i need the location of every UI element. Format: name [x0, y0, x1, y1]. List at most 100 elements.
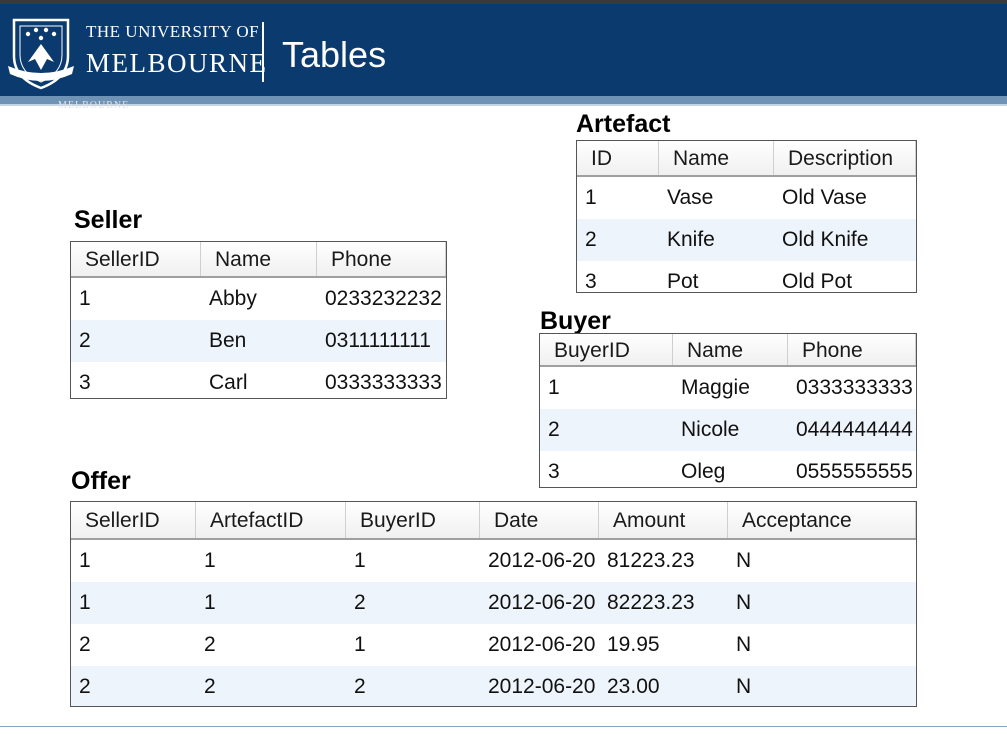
table-cell: 2 [79, 633, 91, 656]
table-cell: 2 [79, 329, 91, 352]
table-cell: 2 [585, 228, 597, 251]
table-row[interactable]: 2 Knife Old Knife [577, 219, 916, 261]
table-cell: Abby [209, 287, 257, 310]
table-cell: 2012-06-20 [488, 549, 596, 572]
table-header-row: BuyerID Name Phone [540, 334, 916, 367]
slide-title: Tables [282, 34, 387, 75]
table-row[interactable]: 1 1 2 2012-06-20 82223.23 N [71, 582, 916, 624]
table-cell: Old Pot [782, 270, 853, 293]
table-cell: 0333333333 [796, 376, 913, 399]
university-name-small: THE UNIVERSITY OF [86, 22, 260, 41]
column-header[interactable]: ArtefactID [196, 502, 346, 538]
table-cell: 1 [204, 591, 216, 614]
table-cell: Ben [209, 329, 247, 352]
table-cell: 1 [79, 549, 91, 572]
column-header[interactable]: Name [673, 334, 788, 365]
column-header[interactable]: Phone [317, 242, 446, 276]
table-cell: Carl [209, 371, 248, 394]
ghost-watermark-text: MELBOURNE [58, 100, 130, 111]
table-row[interactable]: 2 Ben 0311111111 [71, 320, 446, 362]
table-row[interactable]: 1 1 1 2012-06-20 81223.23 N [71, 540, 916, 582]
column-header[interactable]: Name [659, 141, 774, 175]
table-cell: 2 [204, 675, 216, 698]
table-cell: 23.00 [607, 675, 660, 698]
table-cell: 2012-06-20 [488, 591, 596, 614]
header-accent-strip-light [0, 104, 1007, 106]
table-header-row: SellerID ArtefactID BuyerID Date Amount … [71, 502, 916, 540]
table-row[interactable]: 1 Vase Old Vase [577, 177, 916, 219]
table-cell: 0311111111 [325, 329, 431, 352]
table-row[interactable]: 1 Abby 0233232232 [71, 278, 446, 320]
table-cell: 2 [354, 675, 366, 698]
table-row[interactable]: 3 Oleg 0555555555 [540, 451, 916, 487]
seller-table: SellerID Name Phone 1 Abby 0233232232 2 … [70, 241, 447, 399]
table-cell: 2 [79, 675, 91, 698]
offer-table-caption: Offer [71, 467, 131, 495]
logo-divider [262, 22, 264, 82]
table-cell: 2012-06-20 [488, 633, 596, 656]
seller-table-caption: Seller [74, 206, 143, 234]
table-header-row: SellerID Name Phone [71, 242, 446, 278]
table-row[interactable]: 2 2 2 2012-06-20 23.00 N [71, 666, 916, 706]
table-cell: 2 [548, 418, 560, 441]
column-header[interactable]: SellerID [71, 242, 201, 276]
column-header[interactable]: BuyerID [540, 334, 673, 365]
table-cell: 0555555555 [796, 460, 913, 483]
table-row[interactable]: 2 2 1 2012-06-20 19.95 N [71, 624, 916, 666]
table-cell: 0233232232 [325, 287, 442, 310]
table-cell: 3 [548, 460, 560, 483]
artefact-table: ID Name Description 1 Vase Old Vase 2 Kn… [576, 140, 917, 293]
table-cell: Old Knife [782, 228, 869, 251]
table-cell: 2 [354, 591, 366, 614]
table-header-row: ID Name Description [577, 141, 916, 177]
table-cell: Knife [667, 228, 715, 251]
table-cell: Nicole [681, 418, 740, 441]
column-header[interactable]: Phone [788, 334, 916, 365]
column-header[interactable]: ID [577, 141, 659, 175]
header-accent-strip [0, 96, 1007, 104]
table-cell: 1 [585, 186, 597, 209]
table-cell: Vase [667, 186, 714, 209]
table-cell: 82223.23 [607, 591, 695, 614]
table-cell: Pot [667, 270, 699, 293]
buyer-table-caption: Buyer [540, 307, 611, 335]
column-header[interactable]: Description [774, 141, 916, 175]
table-cell: 19.95 [607, 633, 660, 656]
slide-header: THE UNIVERSITY OF MELBOURNE Tables [0, 4, 1007, 96]
table-cell: Old Vase [782, 186, 867, 209]
column-header[interactable]: BuyerID [346, 502, 480, 538]
table-cell: 3 [585, 270, 597, 293]
buyer-table: BuyerID Name Phone 1 Maggie 0333333333 2… [539, 333, 917, 488]
table-cell: 1 [354, 633, 366, 656]
university-name-big: MELBOURNE [86, 48, 268, 78]
table-row[interactable]: 1 Maggie 0333333333 [540, 367, 916, 409]
column-header[interactable]: Name [201, 242, 317, 276]
table-cell: N [736, 591, 752, 614]
table-cell: 1 [548, 376, 560, 399]
table-row[interactable]: 2 Nicole 0444444444 [540, 409, 916, 451]
table-cell: 1 [79, 591, 91, 614]
footer-divider [0, 726, 1007, 727]
table-cell: 0444444444 [796, 418, 913, 441]
table-cell: 1 [354, 549, 366, 572]
table-row[interactable]: 3 Pot Old Pot [577, 261, 916, 293]
table-cell: 3 [79, 371, 91, 394]
table-cell: N [736, 633, 752, 656]
table-cell: Oleg [681, 460, 726, 483]
column-header[interactable]: Date [480, 502, 599, 538]
table-cell: N [736, 549, 752, 572]
university-crest-icon [8, 18, 74, 90]
table-cell: Maggie [681, 376, 750, 399]
column-header[interactable]: Acceptance [728, 502, 916, 538]
table-cell: 81223.23 [607, 549, 695, 572]
table-cell: 0333333333 [325, 371, 442, 394]
offer-table: SellerID ArtefactID BuyerID Date Amount … [70, 501, 917, 707]
table-cell: 1 [204, 549, 216, 572]
table-row[interactable]: 3 Carl 0333333333 [71, 362, 446, 398]
table-cell: 2012-06-20 [488, 675, 596, 698]
artefact-table-caption: Artefact [576, 110, 671, 138]
table-cell: 1 [79, 287, 91, 310]
column-header[interactable]: Amount [599, 502, 728, 538]
column-header[interactable]: SellerID [71, 502, 196, 538]
table-cell: N [736, 675, 752, 698]
